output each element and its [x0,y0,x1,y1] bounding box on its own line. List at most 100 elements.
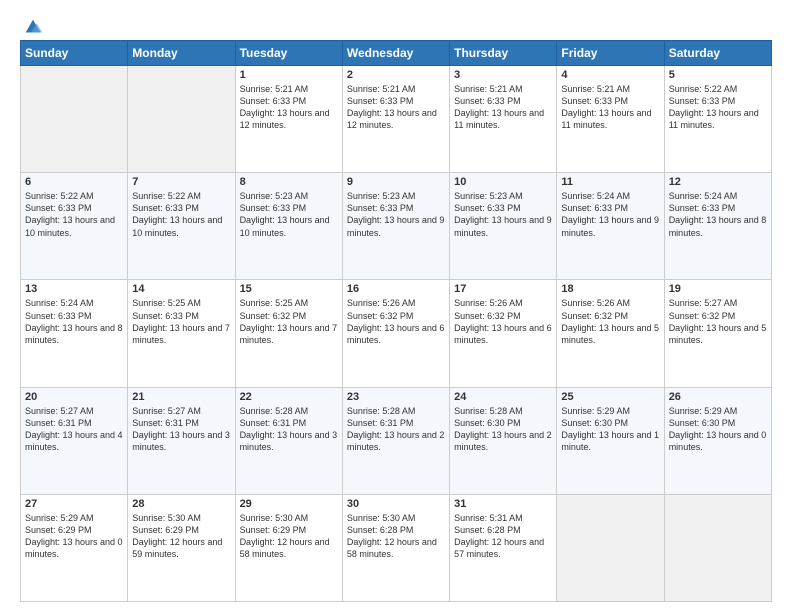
calendar-cell [557,494,664,601]
day-number: 23 [347,391,445,403]
day-info: Sunrise: 5:27 AM Sunset: 6:31 PM Dayligh… [25,405,123,454]
day-info: Sunrise: 5:29 AM Sunset: 6:30 PM Dayligh… [669,405,767,454]
day-info: Sunrise: 5:21 AM Sunset: 6:33 PM Dayligh… [347,83,445,132]
calendar-cell: 29 Sunrise: 5:30 AM Sunset: 6:29 PM Dayli… [235,494,342,601]
calendar-cell: 10 Sunrise: 5:23 AM Sunset: 6:33 PM Dayli… [450,173,557,280]
day-info: Sunrise: 5:28 AM Sunset: 6:31 PM Dayligh… [347,405,445,454]
calendar-cell: 6Sunrise: 5:22 AM Sunset: 6:33 PM Daylig… [21,173,128,280]
weekday-header-sunday: Sunday [21,41,128,66]
day-info: Sunrise: 5:27 AM Sunset: 6:32 PM Dayligh… [669,297,767,346]
calendar-cell: 8 Sunrise: 5:23 AM Sunset: 6:33 PM Daylig… [235,173,342,280]
calendar-cell: 3 Sunrise: 5:21 AM Sunset: 6:33 PM Daylig… [450,66,557,173]
calendar-cell [128,66,235,173]
calendar-cell: 13Sunrise: 5:24 AM Sunset: 6:33 PM Dayli… [21,280,128,387]
calendar-cell: 26 Sunrise: 5:29 AM Sunset: 6:30 PM Dayli… [664,387,771,494]
day-info: Sunrise: 5:22 AM Sunset: 6:33 PM Dayligh… [132,190,230,239]
calendar-cell: 28 Sunrise: 5:30 AM Sunset: 6:29 PM Dayli… [128,494,235,601]
day-info: Sunrise: 5:28 AM Sunset: 6:31 PM Dayligh… [240,405,338,454]
day-info: Sunrise: 5:25 AM Sunset: 6:33 PM Dayligh… [132,297,230,346]
calendar-cell: 16 Sunrise: 5:26 AM Sunset: 6:32 PM Dayli… [342,280,449,387]
day-number: 17 [454,283,552,295]
calendar-cell: 4 Sunrise: 5:21 AM Sunset: 6:33 PM Daylig… [557,66,664,173]
calendar-cell: 30Sunrise: 5:30 AM Sunset: 6:28 PM Dayli… [342,494,449,601]
day-info: Sunrise: 5:30 AM Sunset: 6:29 PM Dayligh… [240,512,338,561]
week-row-2: 6Sunrise: 5:22 AM Sunset: 6:33 PM Daylig… [21,173,772,280]
day-number: 30 [347,498,445,510]
day-info: Sunrise: 5:28 AM Sunset: 6:30 PM Dayligh… [454,405,552,454]
day-number: 14 [132,283,230,295]
calendar-cell: 24 Sunrise: 5:28 AM Sunset: 6:30 PM Dayli… [450,387,557,494]
day-info: Sunrise: 5:21 AM Sunset: 6:33 PM Dayligh… [561,83,659,132]
day-number: 7 [132,176,230,188]
day-info: Sunrise: 5:21 AM Sunset: 6:33 PM Dayligh… [240,83,338,132]
calendar-cell: 14 Sunrise: 5:25 AM Sunset: 6:33 PM Dayli… [128,280,235,387]
calendar-cell: 20 Sunrise: 5:27 AM Sunset: 6:31 PM Dayli… [21,387,128,494]
day-info: Sunrise: 5:31 AM Sunset: 6:28 PM Dayligh… [454,512,552,561]
day-info: Sunrise: 5:29 AM Sunset: 6:30 PM Dayligh… [561,405,659,454]
day-number: 5 [669,69,767,81]
day-info: Sunrise: 5:23 AM Sunset: 6:33 PM Dayligh… [454,190,552,239]
day-info: Sunrise: 5:29 AM Sunset: 6:29 PM Dayligh… [25,512,123,561]
logo-icon [22,16,44,38]
header [20,16,772,34]
weekday-header-monday: Monday [128,41,235,66]
day-number: 29 [240,498,338,510]
calendar-cell: 25 Sunrise: 5:29 AM Sunset: 6:30 PM Dayli… [557,387,664,494]
weekday-header-friday: Friday [557,41,664,66]
day-number: 22 [240,391,338,403]
day-number: 4 [561,69,659,81]
calendar-cell [21,66,128,173]
day-info: Sunrise: 5:24 AM Sunset: 6:33 PM Dayligh… [561,190,659,239]
calendar-cell: 27 Sunrise: 5:29 AM Sunset: 6:29 PM Dayli… [21,494,128,601]
day-info: Sunrise: 5:24 AM Sunset: 6:33 PM Dayligh… [669,190,767,239]
day-number: 24 [454,391,552,403]
calendar-cell: 17 Sunrise: 5:26 AM Sunset: 6:32 PM Dayli… [450,280,557,387]
calendar-cell: 19 Sunrise: 5:27 AM Sunset: 6:32 PM Dayli… [664,280,771,387]
calendar-body: 1 Sunrise: 5:21 AM Sunset: 6:33 PM Daylig… [21,66,772,602]
day-info: Sunrise: 5:24 AM Sunset: 6:33 PM Dayligh… [25,297,123,346]
day-info: Sunrise: 5:21 AM Sunset: 6:33 PM Dayligh… [454,83,552,132]
day-number: 28 [132,498,230,510]
calendar-cell: 9 Sunrise: 5:23 AM Sunset: 6:33 PM Daylig… [342,173,449,280]
day-info: Sunrise: 5:23 AM Sunset: 6:33 PM Dayligh… [347,190,445,239]
day-number: 15 [240,283,338,295]
calendar-cell: 21 Sunrise: 5:27 AM Sunset: 6:31 PM Dayli… [128,387,235,494]
day-number: 19 [669,283,767,295]
day-number: 20 [25,391,123,403]
calendar-cell: 15 Sunrise: 5:25 AM Sunset: 6:32 PM Dayli… [235,280,342,387]
calendar-cell: 11Sunrise: 5:24 AM Sunset: 6:33 PM Dayli… [557,173,664,280]
weekday-header-thursday: Thursday [450,41,557,66]
logo [20,16,44,34]
day-number: 16 [347,283,445,295]
calendar-cell: 7 Sunrise: 5:22 AM Sunset: 6:33 PM Daylig… [128,173,235,280]
day-number: 10 [454,176,552,188]
day-number: 25 [561,391,659,403]
weekday-header-saturday: Saturday [664,41,771,66]
day-info: Sunrise: 5:23 AM Sunset: 6:33 PM Dayligh… [240,190,338,239]
day-info: Sunrise: 5:25 AM Sunset: 6:32 PM Dayligh… [240,297,338,346]
weekday-row: SundayMondayTuesdayWednesdayThursdayFrid… [21,41,772,66]
day-number: 9 [347,176,445,188]
calendar-cell: 22 Sunrise: 5:28 AM Sunset: 6:31 PM Dayli… [235,387,342,494]
day-info: Sunrise: 5:27 AM Sunset: 6:31 PM Dayligh… [132,405,230,454]
page: SundayMondayTuesdayWednesdayThursdayFrid… [0,0,792,612]
day-number: 1 [240,69,338,81]
day-number: 12 [669,176,767,188]
day-number: 8 [240,176,338,188]
calendar-cell: 23 Sunrise: 5:28 AM Sunset: 6:31 PM Dayli… [342,387,449,494]
day-number: 26 [669,391,767,403]
day-info: Sunrise: 5:30 AM Sunset: 6:29 PM Dayligh… [132,512,230,561]
day-info: Sunrise: 5:26 AM Sunset: 6:32 PM Dayligh… [561,297,659,346]
day-number: 18 [561,283,659,295]
day-number: 27 [25,498,123,510]
day-info: Sunrise: 5:22 AM Sunset: 6:33 PM Dayligh… [669,83,767,132]
week-row-3: 13Sunrise: 5:24 AM Sunset: 6:33 PM Dayli… [21,280,772,387]
day-number: 21 [132,391,230,403]
calendar-cell [664,494,771,601]
day-number: 3 [454,69,552,81]
day-info: Sunrise: 5:26 AM Sunset: 6:32 PM Dayligh… [347,297,445,346]
calendar-cell: 31Sunrise: 5:31 AM Sunset: 6:28 PM Dayli… [450,494,557,601]
day-info: Sunrise: 5:26 AM Sunset: 6:32 PM Dayligh… [454,297,552,346]
week-row-5: 27 Sunrise: 5:29 AM Sunset: 6:29 PM Dayli… [21,494,772,601]
weekday-header-wednesday: Wednesday [342,41,449,66]
